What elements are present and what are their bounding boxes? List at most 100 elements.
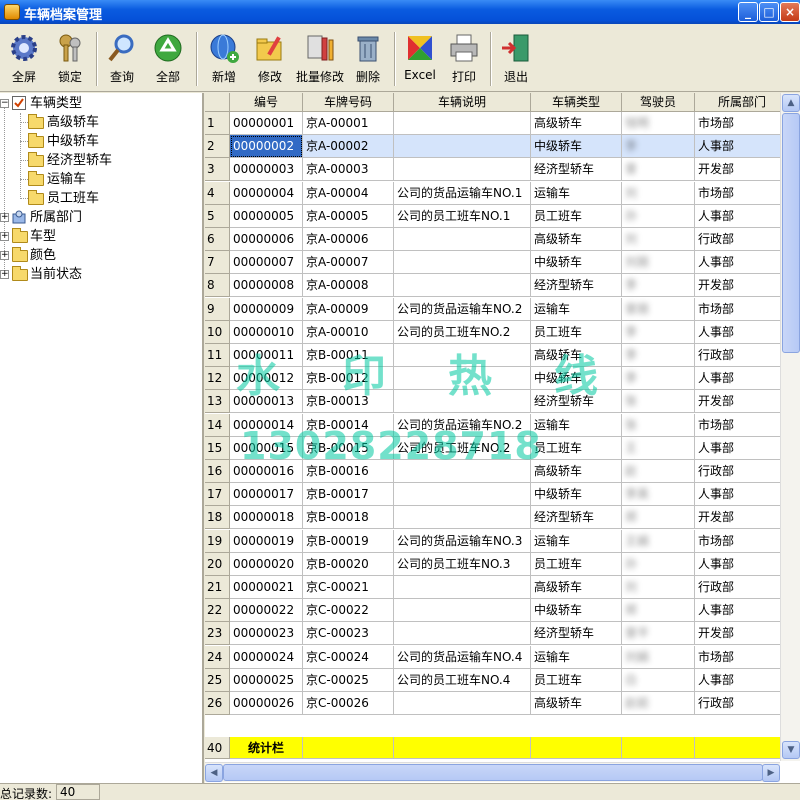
table-row[interactable]: 2 00000002 京A-00002 中级轿车李 人事部 [205,135,790,159]
row-number[interactable]: 17 [205,483,230,507]
table-row[interactable]: 14 00000014 京B-00014 公司的货品运输车NO.2 运输车张 市场部 [205,413,790,437]
scroll-left-arrow-icon[interactable]: ◀ [205,764,223,782]
cell-type[interactable]: 经济型轿车 [531,390,622,414]
row-number[interactable]: 22 [205,599,230,623]
query-button[interactable]: 查询 [104,30,140,90]
cell-id[interactable]: 00000016 [230,460,303,483]
cell-id[interactable]: 00000011 [230,344,303,367]
table-row[interactable]: 16 00000016 京B-00016 高级轿车赵 行政部 [205,460,790,483]
cell-type[interactable]: 高级轿车 [531,112,622,135]
cell-dept[interactable]: 市场部 [695,297,790,321]
cell-id[interactable]: 00000004 [230,181,303,205]
tree-node-child[interactable]: 高级轿车 [0,113,200,132]
cell-driver[interactable]: 刘丽 [622,251,695,275]
table-row[interactable]: 13 00000013 京B-00013 经济型轿车张 开发部 [205,390,790,414]
cell-dept[interactable]: 开发部 [695,506,790,530]
cell-type[interactable]: 高级轿车 [531,692,622,715]
tree-node-vehicle-type[interactable]: − 车辆类型 [0,94,200,113]
cell-type[interactable]: 运输车 [531,645,622,669]
cell-dept[interactable]: 人事部 [695,483,790,507]
cell-desc[interactable] [394,112,531,135]
table-row[interactable]: 22 00000022 京C-00022 中级轿车郑 人事部 [205,599,790,623]
table-row[interactable]: 20 00000020 京B-00020 公司的员工班车NO.3 员工班车孙 人事部 [205,552,790,576]
row-number[interactable]: 18 [205,506,230,530]
cell-dept[interactable]: 人事部 [695,552,790,576]
row-number[interactable]: 25 [205,668,230,692]
cell-type[interactable]: 中级轿车 [531,599,622,623]
cell-desc[interactable] [394,274,531,298]
cell-driver[interactable]: 郑 [622,599,695,623]
cell-type[interactable]: 中级轿车 [531,251,622,275]
fullscreen-button[interactable]: 全屏 [6,30,42,90]
cell-dept[interactable]: 开发部 [695,158,790,182]
cell-plate[interactable]: 京B-00016 [303,460,394,483]
cell-dept[interactable]: 行政部 [695,228,790,251]
cell-id[interactable]: 00000010 [230,320,303,344]
add-button[interactable]: 新增 [204,30,244,90]
exit-button[interactable]: 退出 [498,30,534,90]
cell-desc[interactable]: 公司的员工班车NO.3 [394,552,531,576]
cell-id[interactable]: 00000009 [230,297,303,321]
cell-dept[interactable]: 行政部 [695,344,790,367]
cell-plate[interactable]: 京A-00007 [303,251,394,275]
close-button[interactable]: × [780,2,800,22]
row-number[interactable]: 13 [205,390,230,414]
table-row[interactable]: 10 00000010 京A-00010 公司的员工班车NO.2 员工班车李 人事部 [205,320,790,344]
cell-driver[interactable]: 王 [622,436,695,460]
table-row[interactable]: 12 00000012 京B-00012 中级轿车李 人事部 [205,367,790,391]
cell-dept[interactable]: 人事部 [695,204,790,228]
cell-plate[interactable]: 京C-00026 [303,692,394,715]
cell-desc[interactable] [394,460,531,483]
cell-type[interactable]: 中级轿车 [531,483,622,507]
tree-node-status[interactable]: + 当前状态 [0,265,200,284]
cell-id[interactable]: 00000001 [230,112,303,135]
cell-desc[interactable]: 公司的员工班车NO.1 [394,204,531,228]
cell-dept[interactable]: 人事部 [695,436,790,460]
cell-id[interactable]: 00000021 [230,576,303,599]
table-row[interactable]: 15 00000015 京B-00015 公司的员工班车NO.2 员工班车王 人事部 [205,436,790,460]
column-header[interactable]: 车辆说明 [394,93,531,112]
cell-desc[interactable] [394,622,531,646]
edit-button[interactable]: 修改 [252,30,288,90]
row-number[interactable]: 3 [205,158,230,182]
cell-driver[interactable]: 孙 [622,204,695,228]
excel-button[interactable]: Excel [400,30,440,90]
cell-id[interactable]: 00000014 [230,413,303,437]
table-row[interactable]: 6 00000006 京A-00006 高级轿车刘 行政部 [205,228,790,251]
cell-desc[interactable] [394,576,531,599]
print-button[interactable]: 打印 [446,30,482,90]
cell-plate[interactable]: 京B-00019 [303,529,394,553]
cell-type[interactable]: 经济型轿车 [531,622,622,646]
cell-driver[interactable]: 赵 [622,460,695,483]
row-number[interactable]: 10 [205,320,230,344]
cell-type[interactable]: 高级轿车 [531,460,622,483]
category-tree[interactable]: − 车辆类型 高级轿车 中级轿车 经济型轿车 运输车 员工班车 + 所属部门 +… [0,93,204,783]
cell-plate[interactable]: 京A-00009 [303,297,394,321]
cell-driver[interactable]: 郑 [622,506,695,530]
row-number[interactable]: 20 [205,552,230,576]
cell-plate[interactable]: 京B-00013 [303,390,394,414]
vehicle-grid[interactable]: 编号 车牌号码 车辆说明 车辆类型 驾驶员 所属部门 1 00000001 京A-0… [205,93,800,783]
cell-type[interactable]: 高级轿车 [531,344,622,367]
cell-desc[interactable]: 公司的货品运输车NO.4 [394,645,531,669]
cell-id[interactable]: 00000020 [230,552,303,576]
cell-driver[interactable]: 王娟 [622,529,695,553]
cell-driver[interactable]: 曾平 [622,622,695,646]
row-number[interactable]: 1 [205,112,230,135]
cell-driver[interactable]: 赵前 [622,692,695,715]
cell-dept[interactable]: 开发部 [695,274,790,298]
cell-plate[interactable]: 京B-00017 [303,483,394,507]
vertical-scrollbar[interactable]: ▲ ▼ [780,93,800,761]
cell-dept[interactable]: 开发部 [695,390,790,414]
cell-type[interactable]: 高级轿车 [531,228,622,251]
table-row[interactable]: 26 00000026 京C-00026 高级轿车 赵前 行政部 [205,692,790,715]
cell-id[interactable]: 00000024 [230,645,303,669]
table-row[interactable]: 24 00000024 京C-00024 公司的货品运输车NO.4 运输车 刘娟 市场部 [205,645,790,669]
tree-node-department[interactable]: + 所属部门 [0,208,200,227]
cell-dept[interactable]: 人事部 [695,367,790,391]
batch-edit-button[interactable]: 批量修改 [294,30,346,90]
cell-desc[interactable]: 公司的员工班车NO.2 [394,320,531,344]
cell-dept[interactable]: 开发部 [695,622,790,646]
row-number[interactable]: 26 [205,692,230,715]
row-number[interactable]: 24 [205,645,230,669]
